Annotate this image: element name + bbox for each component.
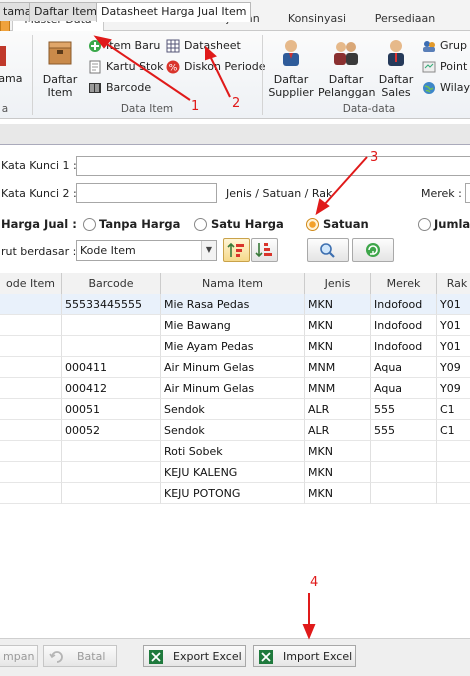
- annotation-label-4: 4: [310, 575, 319, 590]
- annotation-label-1: 1: [191, 99, 200, 114]
- annotation-arrow-3: [323, 156, 368, 206]
- annotation-arrow-2: [209, 55, 231, 98]
- annotation-arrowhead-4: [302, 624, 316, 640]
- annotation-label-2: 2: [232, 96, 241, 111]
- annotation-arrowhead-2: [205, 45, 217, 61]
- annotation-arrow-1: [103, 41, 191, 101]
- annotation-label-3: 3: [370, 150, 379, 165]
